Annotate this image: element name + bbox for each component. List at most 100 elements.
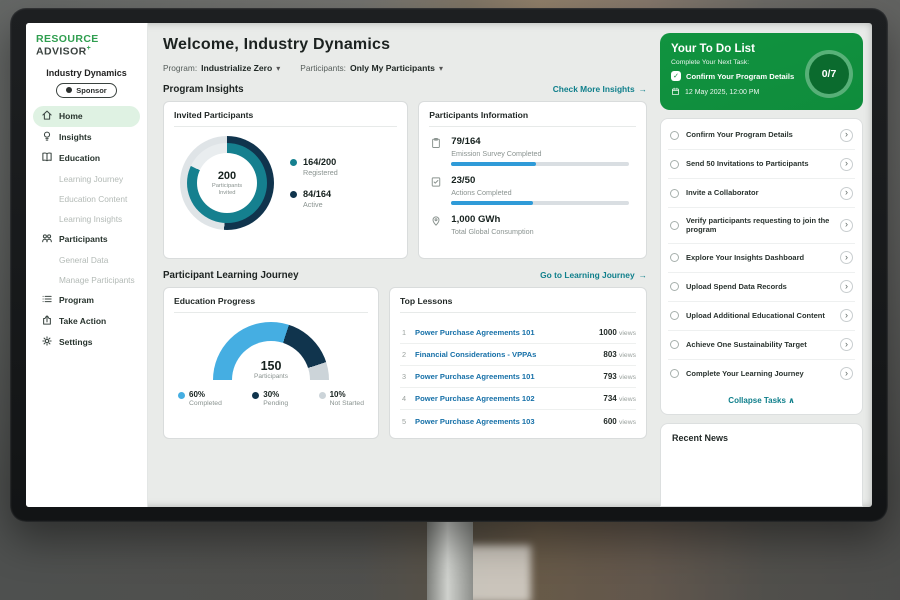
info-value: 23/50 (451, 175, 636, 186)
participants-information-card: Participants Information 79/164 Emission… (418, 101, 647, 259)
task-label: Achieve One Sustainability Target (686, 340, 833, 350)
org-name: Industry Dynamics (33, 68, 140, 78)
chevron-right-icon[interactable]: › (840, 338, 853, 351)
sidebar-item-home[interactable]: Home (33, 106, 140, 127)
lesson-rank: 1 (400, 328, 408, 337)
program-filter-value: Industrialize Zero (201, 63, 272, 73)
chevron-right-icon[interactable]: › (840, 367, 853, 380)
recent-news-header[interactable]: Recent News (660, 423, 863, 508)
gear-icon (41, 335, 53, 349)
lesson-row[interactable]: 4 Power Purchase Agreements 102 734 view… (400, 388, 636, 410)
chevron-glyph: › (845, 253, 848, 262)
sidebar: RESOURCE ADVISOR+ Industry Dynamics Spon… (26, 23, 148, 507)
go-to-learning-journey-link[interactable]: Go to Learning Journey → (540, 270, 647, 280)
book-icon (41, 151, 53, 165)
chevron-right-icon[interactable]: › (840, 129, 853, 142)
lesson-link[interactable]: Power Purchase Agreements 103 (415, 417, 596, 426)
info-value: 79/164 (451, 136, 636, 147)
lesson-link[interactable]: Financial Considerations - VPPAs (415, 350, 596, 359)
clipboard-icon (429, 136, 443, 166)
chevron-right-icon[interactable]: › (840, 309, 853, 322)
sidebar-item-manage-participants[interactable]: Manage Participants (33, 270, 140, 290)
lesson-rank: 3 (400, 372, 408, 381)
todo-panel: Your To Do List Complete Your Next Task:… (658, 23, 872, 507)
top-lessons-card: Top Lessons 1 Power Purchase Agreements … (389, 287, 647, 439)
task-checkbox[interactable] (670, 131, 679, 140)
task-checkbox[interactable] (670, 221, 679, 230)
sponsor-icon (66, 87, 72, 93)
lesson-views: 600 (603, 417, 616, 426)
task-checkbox[interactable] (670, 282, 679, 291)
gauge-center: 150 Participants (213, 359, 329, 380)
task-checkbox[interactable] (670, 189, 679, 198)
task-row[interactable]: Send 50 Invitations to Participants › (668, 150, 855, 179)
sidebar-item-insights[interactable]: Insights (33, 127, 140, 148)
chevron-right-icon[interactable]: › (840, 158, 853, 171)
lesson-views: 793 (603, 372, 616, 381)
lesson-views: 734 (603, 394, 616, 403)
program-insights-header: Program Insights Check More Insights → (163, 84, 647, 95)
donut-legend: 164/200 Registered 84/164 Active (290, 157, 338, 209)
task-row[interactable]: Confirm Your Program Details › (668, 121, 855, 150)
todo-card: Your To Do List Complete Your Next Task:… (660, 33, 863, 110)
sidebar-subitem-label: General Data (59, 255, 108, 265)
task-row[interactable]: Upload Spend Data Records › (668, 273, 855, 302)
sidebar-item-general-data[interactable]: General Data (33, 250, 140, 270)
task-row[interactable]: Achieve One Sustainability Target › (668, 331, 855, 360)
chevron-glyph: › (845, 188, 848, 197)
not-started-dot-icon (319, 392, 326, 399)
task-checkbox[interactable] (670, 340, 679, 349)
task-checkbox[interactable] (670, 253, 679, 262)
lesson-link[interactable]: Power Purchase Agreements 101 (415, 328, 592, 337)
program-filter[interactable]: Program: Industrialize Zero ▾ (163, 63, 280, 73)
legend-label: Completed (178, 400, 222, 407)
sidebar-item-settings[interactable]: Settings (33, 332, 140, 353)
task-row[interactable]: Verify participants requesting to join t… (668, 208, 855, 244)
lesson-row[interactable]: 3 Power Purchase Agreements 101 793 view… (400, 366, 636, 388)
lesson-link[interactable]: Power Purchase Agreements 101 (415, 372, 596, 381)
sidebar-item-learning-insights[interactable]: Learning Insights (33, 209, 140, 229)
task-checkbox[interactable] (670, 160, 679, 169)
task-row[interactable]: Upload Additional Educational Content › (668, 302, 855, 331)
todo-next-task[interactable]: ✓ Confirm Your Program Details (671, 71, 801, 81)
monitor-stand (427, 520, 473, 600)
monitor-frame: RESOURCE ADVISOR+ Industry Dynamics Spon… (10, 8, 888, 522)
active-dot-icon (290, 191, 297, 198)
lesson-row[interactable]: 2 Financial Considerations - VPPAs 803 v… (400, 344, 636, 366)
task-row[interactable]: Explore Your Insights Dashboard › (668, 244, 855, 273)
sidebar-item-education[interactable]: Education (33, 148, 140, 169)
sidebar-item-participants[interactable]: Participants (33, 229, 140, 250)
participants-filter[interactable]: Participants: Only My Participants ▾ (300, 63, 443, 73)
legend-label: Registered (303, 168, 338, 177)
chevron-right-icon[interactable]: › (840, 251, 853, 264)
chevron-right-icon[interactable]: › (840, 219, 853, 232)
progress-track (451, 201, 628, 205)
sidebar-item-education-content[interactable]: Education Content (33, 189, 140, 209)
todo-progress-ring: 0/7 (805, 50, 853, 98)
collapse-label: Collapse Tasks (728, 396, 786, 405)
donut-center: 200 Participants Invited (197, 153, 257, 213)
views-label: views (619, 330, 636, 337)
task-checkbox[interactable] (670, 311, 679, 320)
lesson-row[interactable]: 1 Power Purchase Agreements 101 1000 vie… (400, 322, 636, 344)
sidebar-item-take-action[interactable]: Take Action (33, 311, 140, 332)
sidebar-item-program[interactable]: Program (33, 290, 140, 311)
task-row[interactable]: Invite a Collaborator › (668, 179, 855, 208)
chevron-right-icon[interactable]: › (840, 280, 853, 293)
sidebar-item-label: Insights (59, 132, 92, 142)
pending-dot-icon (252, 392, 259, 399)
invited-participants-donut: 200 Participants Invited (180, 136, 274, 230)
invited-participants-card: Invited Participants 200 Participants In… (163, 101, 408, 259)
lesson-row[interactable]: 5 Power Purchase Agreements 103 600 view… (400, 410, 636, 432)
chevron-right-icon[interactable]: › (840, 187, 853, 200)
collapse-tasks-link[interactable]: Collapse Tasks ∧ (668, 388, 855, 412)
arrow-right-icon: → (639, 270, 647, 280)
legend-not-started: 10% Not Started (319, 390, 364, 407)
task-label: Confirm Your Program Details (686, 130, 833, 140)
lesson-link[interactable]: Power Purchase Agreements 102 (415, 394, 596, 403)
sidebar-item-learning-journey[interactable]: Learning Journey (33, 169, 140, 189)
chevron-glyph: › (845, 159, 848, 168)
task-row[interactable]: Complete Your Learning Journey › (668, 360, 855, 388)
task-checkbox[interactable] (670, 369, 679, 378)
check-more-insights-link[interactable]: Check More Insights → (553, 84, 647, 94)
